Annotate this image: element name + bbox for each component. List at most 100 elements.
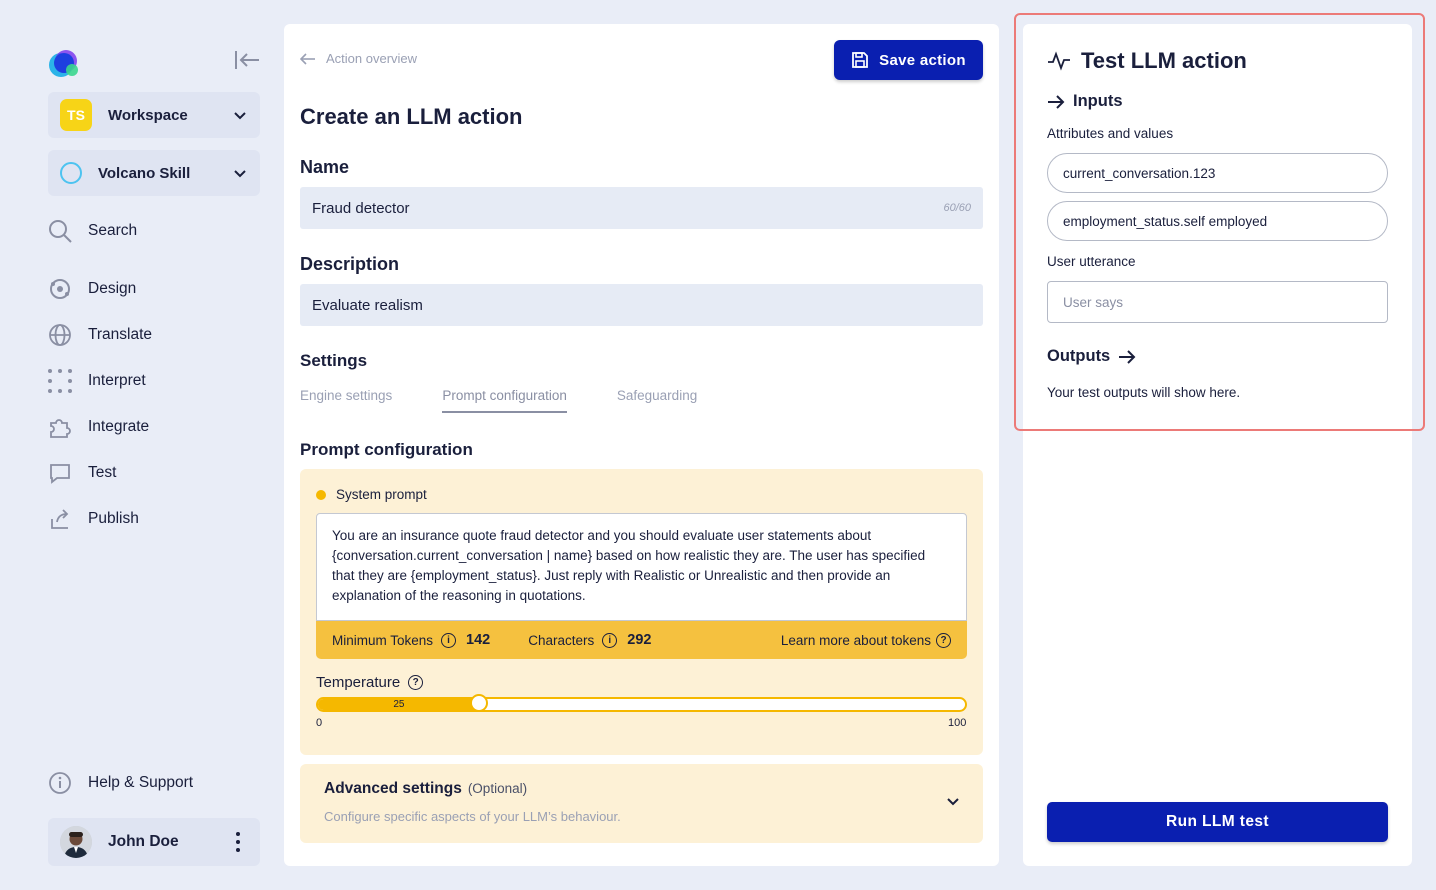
- attribute-chip-text: current_conversation.123: [1063, 165, 1216, 181]
- temperature-label-text: Temperature: [316, 674, 401, 691]
- activity-icon: [1048, 51, 1070, 71]
- sidebar-item-interpret[interactable]: Interpret: [46, 366, 256, 396]
- main-panel: Action overview Save action Create an LL…: [284, 24, 999, 866]
- sidebar-item-publish[interactable]: Publish: [46, 504, 256, 534]
- name-value: Fraud detector: [312, 199, 410, 217]
- temperature-min: 0: [316, 717, 323, 729]
- advanced-optional-label: (Optional): [467, 781, 528, 796]
- temperature-label: Temperature ?: [316, 674, 424, 691]
- back-link-label: Action overview: [326, 51, 418, 66]
- inputs-heading: Inputs: [1047, 92, 1123, 111]
- design-icon: [46, 275, 74, 303]
- skill-label: Volcano Skill: [98, 164, 191, 182]
- outputs-note: Your test outputs will show here.: [1047, 385, 1241, 400]
- attribute-chip[interactable]: employment_status.self employed: [1047, 201, 1388, 241]
- name-heading: Name: [300, 157, 350, 177]
- search-icon: [46, 217, 74, 245]
- user-name: John Doe: [108, 833, 179, 850]
- advanced-settings-title: Advanced settings (Optional): [324, 780, 527, 798]
- user-card[interactable]: John Doe: [48, 818, 260, 866]
- system-prompt-label-text: System prompt: [336, 487, 427, 502]
- test-panel: Test LLM action Inputs Attributes and va…: [1023, 24, 1412, 866]
- characters-value: 292: [627, 632, 652, 648]
- arrow-left-icon: [300, 52, 315, 65]
- sidebar-item-label: Publish: [88, 510, 139, 527]
- advanced-settings-label: Advanced settings: [324, 780, 462, 797]
- info-icon: [46, 769, 74, 797]
- outputs-heading-text: Outputs: [1047, 347, 1111, 365]
- sidebar-item-translate[interactable]: Translate: [46, 320, 256, 350]
- puzzle-icon: [46, 413, 74, 441]
- sidebar-item-label: Translate: [88, 326, 153, 343]
- name-char-count: 60/60: [943, 202, 971, 214]
- tab-engine-settings[interactable]: Engine settings: [300, 388, 392, 413]
- learn-more-tokens-link[interactable]: Learn more about tokens ?: [780, 632, 951, 648]
- advanced-settings-accordion[interactable]: Advanced settings (Optional) Configure sp…: [300, 764, 983, 843]
- info-icon[interactable]: i: [441, 632, 457, 648]
- arrow-right-icon: [1048, 94, 1065, 109]
- share-icon: [46, 505, 74, 533]
- utterance-label: User utterance: [1047, 254, 1136, 269]
- sidebar-item-integrate[interactable]: Integrate: [46, 412, 256, 442]
- avatar: [60, 826, 92, 858]
- description-heading: Description: [300, 254, 400, 274]
- system-prompt-label: System prompt: [316, 487, 427, 502]
- attributes-label: Attributes and values: [1047, 126, 1174, 141]
- app-logo: [48, 46, 82, 80]
- workspace-label: Workspace: [108, 106, 188, 124]
- temperature-slider-thumb[interactable]: [469, 694, 488, 712]
- status-dot: [316, 489, 326, 500]
- outputs-heading: Outputs: [1047, 347, 1136, 366]
- temperature-value: 25: [393, 699, 405, 710]
- test-panel-title: Test LLM action: [1047, 48, 1247, 74]
- help-support-label: Help & Support: [88, 774, 194, 791]
- more-options-icon[interactable]: [228, 828, 248, 856]
- settings-tabs: Engine settings Prompt configuration Saf…: [300, 388, 747, 413]
- name-field[interactable]: Fraud detector 60/60: [300, 187, 983, 229]
- help-support-link[interactable]: Help & Support: [46, 768, 256, 798]
- sidebar-item-search[interactable]: Search: [46, 216, 256, 246]
- advanced-settings-description: Configure specific aspects of your LLM’s…: [324, 809, 621, 824]
- chat-icon: [46, 459, 74, 487]
- sidebar-item-test[interactable]: Test: [46, 458, 256, 488]
- chevron-down-icon: [234, 170, 246, 178]
- arrow-right-icon: [1119, 349, 1136, 364]
- save-icon: [852, 52, 869, 68]
- temperature-slider[interactable]: 25: [316, 697, 967, 712]
- sidebar: TS Workspace Volcano Skill Search Design…: [0, 0, 280, 890]
- attribute-chip[interactable]: current_conversation.123: [1047, 153, 1388, 193]
- tab-safeguarding[interactable]: Safeguarding: [617, 388, 697, 413]
- description-value: Evaluate realism: [312, 296, 423, 314]
- back-link[interactable]: Action overview: [300, 51, 417, 66]
- settings-heading: Settings: [300, 351, 368, 370]
- help-icon[interactable]: ?: [408, 675, 424, 690]
- sidebar-item-design[interactable]: Design: [46, 274, 256, 304]
- description-field[interactable]: Evaluate realism: [300, 284, 983, 326]
- attribute-chip-text: employment_status.self employed: [1063, 213, 1268, 229]
- chevron-down-icon: [947, 798, 959, 806]
- sidebar-item-label: Search: [88, 222, 138, 239]
- save-action-label: Save action: [879, 51, 966, 69]
- save-action-button[interactable]: Save action: [834, 40, 983, 80]
- globe-icon: [46, 321, 74, 349]
- tab-prompt-configuration[interactable]: Prompt configuration: [442, 388, 567, 413]
- run-llm-test-button[interactable]: Run LLM test: [1047, 802, 1388, 842]
- skill-select[interactable]: Volcano Skill: [48, 150, 260, 196]
- collapse-sidebar-icon[interactable]: [232, 46, 262, 74]
- prompt-config-heading: Prompt configuration: [300, 440, 473, 459]
- sidebar-item-label: Design: [88, 280, 137, 297]
- chevron-down-icon: [234, 112, 246, 120]
- characters-label: Characters: [528, 632, 595, 648]
- run-llm-test-label: Run LLM test: [1166, 813, 1269, 830]
- info-icon[interactable]: i: [602, 632, 618, 648]
- system-prompt-textarea[interactable]: You are an insurance quote fraud detecto…: [316, 513, 967, 621]
- prompt-config-box: System prompt You are an insurance quote…: [300, 469, 983, 755]
- inputs-heading-text: Inputs: [1073, 92, 1123, 110]
- page-title: Create an LLM action: [300, 104, 523, 129]
- workspace-select[interactable]: TS Workspace: [48, 92, 260, 138]
- learn-more-label: Learn more about tokens: [780, 632, 931, 648]
- token-bar: Minimum Tokens i 142 Characters i 292 Le…: [316, 621, 967, 659]
- min-tokens-value: 142: [466, 632, 491, 648]
- user-utterance-input[interactable]: [1047, 281, 1388, 323]
- min-tokens-label: Minimum Tokens: [332, 632, 434, 648]
